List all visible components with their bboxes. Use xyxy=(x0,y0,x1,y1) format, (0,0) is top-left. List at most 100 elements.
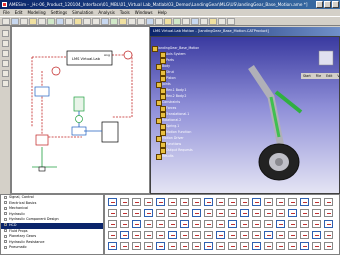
component-icon[interactable] xyxy=(132,209,141,217)
component-icon[interactable] xyxy=(180,198,189,206)
component-icon[interactable] xyxy=(228,220,237,228)
component-icon[interactable] xyxy=(132,220,141,228)
toolbar-button[interactable] xyxy=(47,18,55,25)
mode-button[interactable] xyxy=(2,70,9,77)
toolbar-button[interactable] xyxy=(173,18,181,25)
mode-button[interactable] xyxy=(2,60,9,67)
component-icon[interactable] xyxy=(108,220,117,228)
component-icon[interactable] xyxy=(252,220,261,228)
component-icon[interactable] xyxy=(120,231,129,239)
component-icon[interactable] xyxy=(264,220,273,228)
component-icon[interactable] xyxy=(144,220,153,228)
component-icon[interactable] xyxy=(168,198,177,206)
component-icon[interactable] xyxy=(156,242,165,250)
expand-icon[interactable] xyxy=(4,206,7,210)
minimize-button[interactable] xyxy=(316,1,323,8)
component-icon[interactable] xyxy=(276,209,285,217)
component-icon[interactable] xyxy=(252,242,261,250)
component-icon[interactable] xyxy=(240,209,249,217)
expand-icon[interactable] xyxy=(4,245,7,249)
expand-icon[interactable] xyxy=(4,229,7,233)
toolbar-button[interactable] xyxy=(182,18,190,25)
component-icon[interactable] xyxy=(192,198,201,206)
component-icon[interactable] xyxy=(204,231,213,239)
component-icon[interactable] xyxy=(264,198,273,206)
component-icon[interactable] xyxy=(180,220,189,228)
component-icon[interactable] xyxy=(288,198,297,206)
sketch-canvas[interactable]: LMS Virtual.Lab Ang xyxy=(11,26,150,194)
component-icon[interactable] xyxy=(132,198,141,206)
component-icon[interactable] xyxy=(240,242,249,250)
toolbar-button[interactable] xyxy=(29,18,37,25)
viewer-menu-item[interactable]: File xyxy=(316,73,321,79)
toolbar-button[interactable] xyxy=(128,18,136,25)
mass-component[interactable] xyxy=(34,86,50,97)
component-icon[interactable] xyxy=(144,242,153,250)
component-icon[interactable] xyxy=(156,220,165,228)
toolbar-button[interactable] xyxy=(2,18,10,25)
component-icon[interactable] xyxy=(276,242,285,250)
pump-component[interactable] xyxy=(75,115,83,123)
component-icon[interactable] xyxy=(120,209,129,217)
component-icon[interactable] xyxy=(120,220,129,228)
component-icon[interactable] xyxy=(108,231,117,239)
component-icon[interactable] xyxy=(192,231,201,239)
menu-edit[interactable]: Edit xyxy=(15,9,23,16)
menu-windows[interactable]: Windows xyxy=(135,9,153,16)
toolbar-button[interactable] xyxy=(11,18,19,25)
component-icon[interactable] xyxy=(324,242,333,250)
expand-icon[interactable] xyxy=(4,217,7,221)
component-icon[interactable] xyxy=(132,242,141,250)
expand-icon[interactable] xyxy=(4,223,7,227)
orifice-component[interactable] xyxy=(101,121,119,143)
component-icon[interactable] xyxy=(276,231,285,239)
expand-icon[interactable] xyxy=(4,212,7,216)
component-icon[interactable] xyxy=(132,231,141,239)
component-icon[interactable] xyxy=(312,198,321,206)
valve-component[interactable] xyxy=(71,126,87,136)
component-icon[interactable] xyxy=(228,242,237,250)
component-icon[interactable] xyxy=(252,198,261,206)
toolbar-button[interactable] xyxy=(155,18,163,25)
virtual-lab-viewer[interactable]: StartFileEditViewInsertToolsWindowHelp l… xyxy=(150,36,340,194)
component-icon[interactable] xyxy=(192,242,201,250)
component-icon[interactable] xyxy=(168,231,177,239)
component-icon[interactable] xyxy=(264,242,273,250)
toolbar-button[interactable] xyxy=(137,18,145,25)
component-icon[interactable] xyxy=(156,231,165,239)
component-icon[interactable] xyxy=(108,198,117,206)
component-icon[interactable] xyxy=(276,220,285,228)
component-icon[interactable] xyxy=(252,209,261,217)
toolbar-button[interactable] xyxy=(218,18,226,25)
component-icon[interactable] xyxy=(276,198,285,206)
component-icon[interactable] xyxy=(312,220,321,228)
component-icon[interactable] xyxy=(240,220,249,228)
toolbar-button[interactable] xyxy=(200,18,208,25)
spring-component[interactable] xyxy=(35,134,49,146)
component-icon[interactable] xyxy=(288,220,297,228)
component-icon[interactable] xyxy=(204,220,213,228)
expand-icon[interactable] xyxy=(4,234,7,238)
component-icon[interactable] xyxy=(300,220,309,228)
component-icon[interactable] xyxy=(156,209,165,217)
toolbar-button[interactable] xyxy=(209,18,217,25)
mode-button[interactable] xyxy=(2,80,9,87)
component-icon[interactable] xyxy=(120,198,129,206)
ground-component[interactable] xyxy=(38,166,46,172)
component-icon[interactable] xyxy=(204,198,213,206)
component-icon[interactable] xyxy=(204,242,213,250)
component-icon[interactable] xyxy=(216,209,225,217)
component-icon[interactable] xyxy=(264,209,273,217)
toolbar-button[interactable] xyxy=(119,18,127,25)
component-icon[interactable] xyxy=(228,209,237,217)
component-icon[interactable] xyxy=(108,209,117,217)
mode-button[interactable] xyxy=(2,40,9,47)
component-icon[interactable] xyxy=(252,231,261,239)
component-icon[interactable] xyxy=(144,231,153,239)
component-icon[interactable] xyxy=(144,198,153,206)
mode-button[interactable] xyxy=(2,50,9,57)
component-icon[interactable] xyxy=(180,242,189,250)
component-icon[interactable] xyxy=(192,220,201,228)
actuator-component[interactable] xyxy=(73,96,85,112)
component-icon[interactable] xyxy=(300,209,309,217)
